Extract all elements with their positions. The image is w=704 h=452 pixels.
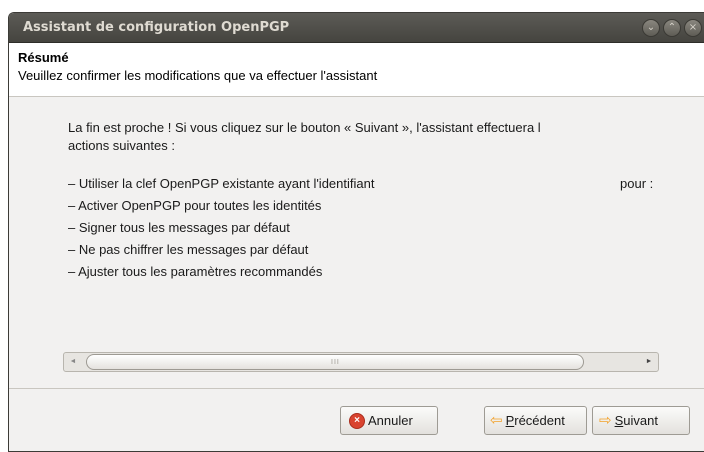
summary-text: La fin est proche ! Si vous cliquez sur … (68, 119, 704, 283)
scroll-right-icon[interactable]: ► (643, 356, 655, 368)
intro-text-line-1: La fin est proche ! Si vous cliquez sur … (68, 120, 541, 135)
minimize-icon[interactable]: ⌄ (642, 19, 660, 37)
summary-panel: La fin est proche ! Si vous cliquez sur … (9, 98, 704, 388)
window-title: Assistant de configuration OpenPGP (23, 20, 290, 35)
cancel-button-label: Annuler (368, 413, 413, 428)
page-title: Résumé (18, 50, 69, 65)
wizard-window: Assistant de configuration OpenPGP ⌄ ⌃ ×… (8, 12, 704, 452)
cancel-button[interactable]: × Annuler (340, 406, 438, 435)
page-header: Résumé Veuillez confirmer les modificati… (9, 43, 704, 97)
arrow-left-icon: ⇦ (490, 411, 503, 429)
next-button-label: Suivant (614, 413, 658, 428)
scrollbar-thumb[interactable]: III (86, 354, 584, 370)
grip-icon: III (331, 359, 340, 366)
window-controls: ⌄ ⌃ × (642, 19, 702, 37)
previous-button[interactable]: ⇦ Précédent (484, 406, 587, 435)
title-bar[interactable]: Assistant de configuration OpenPGP ⌄ ⌃ × (9, 13, 704, 43)
cancel-icon: × (349, 412, 365, 429)
maximize-icon[interactable]: ⌃ (663, 19, 681, 37)
close-icon[interactable]: × (684, 19, 702, 37)
horizontal-scrollbar[interactable]: ◄ III ► (63, 352, 659, 372)
action-suffix: pour : (620, 176, 654, 191)
action-item-recommended-settings: – Ajuster tous les paramètres recommandé… (68, 264, 323, 279)
action-item-use-key: – Utiliser la clef OpenPGP existante aya… (68, 173, 704, 195)
action-item-no-encrypt: – Ne pas chiffrer les messages par défau… (68, 242, 309, 257)
action-item-sign-messages: – Signer tous les messages par défaut (68, 220, 290, 235)
intro-text-line-2: actions suivantes : (68, 138, 175, 153)
action-text: – Utiliser la clef OpenPGP existante aya… (68, 176, 375, 191)
arrow-right-icon: ⇨ (599, 411, 612, 429)
scroll-left-icon[interactable]: ◄ (67, 356, 79, 368)
button-separator (9, 388, 704, 389)
action-item-enable-openpgp: – Activer OpenPGP pour toutes les identi… (68, 198, 322, 213)
previous-button-label: Précédent (505, 413, 565, 428)
next-button[interactable]: ⇨ Suivant (592, 406, 690, 435)
page-subtitle: Veuillez confirmer les modifications que… (18, 68, 378, 83)
